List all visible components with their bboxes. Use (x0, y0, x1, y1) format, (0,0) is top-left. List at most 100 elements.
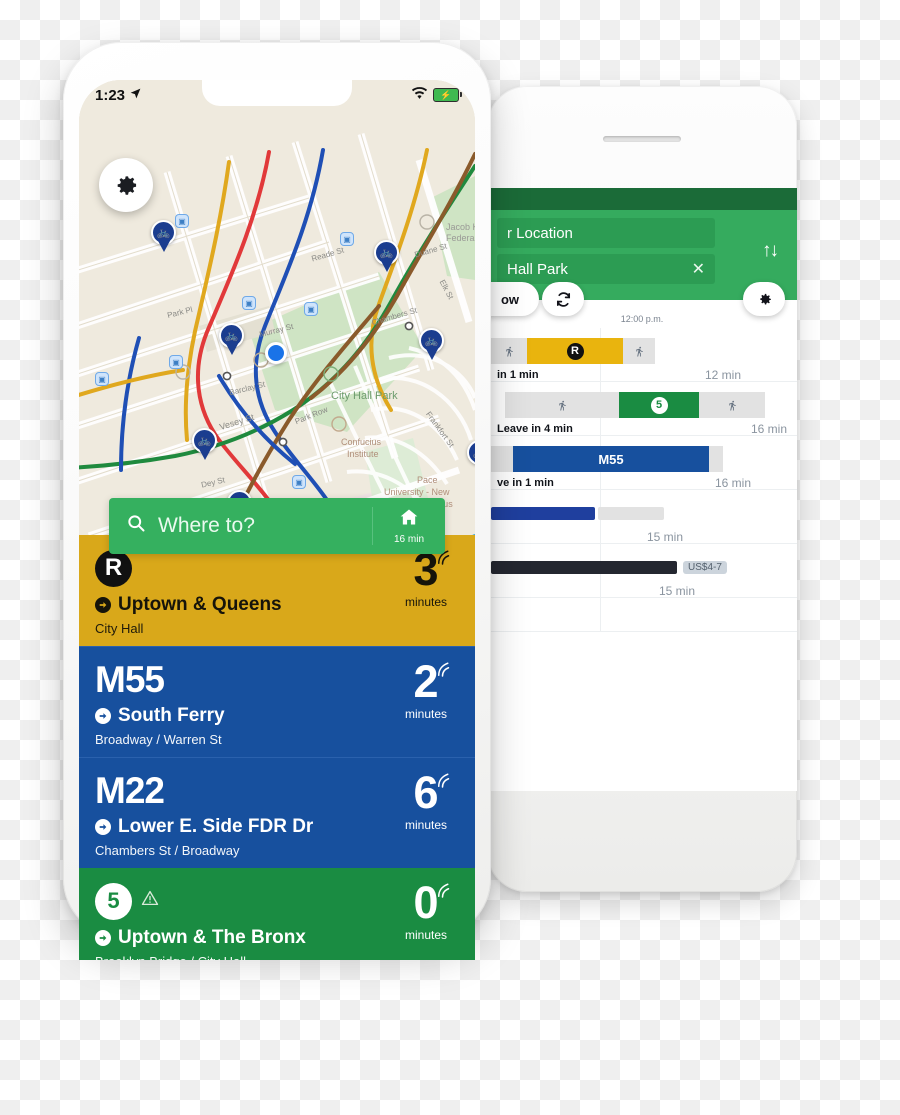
origin-field[interactable]: r Location (497, 218, 715, 248)
eta-unit: minutes (404, 818, 448, 833)
trip-result-meta: in 1 min 12 min (497, 368, 787, 382)
bike-share-pin-icon[interactable]: 🚲 (374, 240, 399, 273)
trip-result-row[interactable]: R in 1 min 12 min (487, 328, 797, 382)
itinerary-bar: R (491, 338, 787, 364)
bike-share-pin-icon[interactable]: 🚲 (192, 428, 217, 461)
destination-field[interactable]: Hall Park ✕ (497, 254, 715, 284)
route-segment-5: 5 (619, 392, 699, 418)
trip-result-row[interactable]: M55 ve in 1 min 16 min (487, 436, 797, 490)
earpiece-speaker (603, 136, 681, 142)
bike-share-pin-icon[interactable]: 🚲 (151, 220, 176, 253)
front-phone-device: Catherine Ln Jacob K. Javits Federal Bui… (63, 42, 491, 960)
home-eta-label: 16 min (393, 534, 424, 545)
stop-label: Chambers St / Broadway (95, 843, 240, 858)
bike-dock-icon[interactable]: ▣ (175, 214, 189, 228)
stop-label: Broadway / Warren St (95, 732, 222, 747)
trip-result-row-partial[interactable] (487, 598, 797, 632)
bike-dock-icon[interactable]: ▣ (242, 296, 256, 310)
trip-result-row[interactable]: US$4-7 15 min (487, 544, 797, 598)
eta-block: 6 minutes (393, 770, 459, 833)
status-left: 1:23 (95, 87, 142, 104)
live-wave-icon (438, 662, 450, 677)
bike-dock-icon[interactable]: ▣ (340, 232, 354, 246)
swap-vertical-icon[interactable]: ↑↓ (762, 240, 779, 262)
departure-card[interactable]: M22 Lower E. Side FDR Dr Chambers St / B… (79, 757, 475, 868)
status-time: 1:23 (95, 86, 126, 104)
bike-dock-icon[interactable]: ▣ (292, 475, 306, 489)
departure-card[interactable]: 5 Uptown & The Bronx Brooklyn B (79, 868, 475, 960)
bike-share-pin-icon[interactable]: 🚲 (419, 328, 444, 361)
route-label: M55 (598, 451, 624, 467)
bike-bar-rest (598, 506, 664, 520)
live-wave-icon (438, 773, 450, 788)
stop-label: Brooklyn Bridge / City Hall (95, 954, 459, 960)
leave-label: in 1 min (497, 369, 539, 381)
trip-results-list: R in 1 min 12 min 5 Leave in 4 min 16 mi… (487, 328, 797, 632)
departures-list: R Uptown & Queens City Hall 3 minutes M5… (79, 535, 475, 960)
map-label: Confucius (341, 437, 382, 447)
warning-triangle-icon[interactable] (140, 889, 160, 913)
direction-arrow-icon (95, 597, 111, 613)
duration-label: 12 min (704, 368, 741, 382)
map-label-city-hall-park: City Hall Park (331, 390, 398, 402)
eta-block: 0 minutes (393, 880, 459, 942)
itinerary-bar: M55 (491, 446, 787, 472)
bike-dock-icon[interactable]: ▣ (95, 372, 109, 386)
search-bar[interactable]: Where to? 16 min (109, 498, 445, 554)
route-segment-m55: M55 (513, 446, 709, 472)
map-label: University - New (384, 487, 450, 497)
leave-label: ve in 1 min (497, 477, 554, 489)
back-phone-screen: r Location Hall Park ✕ ↑↓ ow 12:00 p.m. … (487, 188, 797, 791)
trip-result-meta: Leave in 4 min 16 min (497, 422, 787, 436)
direction-arrow-icon (95, 930, 111, 946)
notch (202, 80, 352, 106)
trip-result-row[interactable]: 15 min (487, 490, 797, 544)
trip-result-meta: 15 min (497, 530, 787, 544)
eta-block: 2 minutes (393, 659, 459, 721)
search-icon (126, 513, 146, 539)
map-label: Jacob K. Javits (446, 222, 475, 232)
bike-dock-icon[interactable]: ▣ (304, 302, 318, 316)
screenshot-stage: r Location Hall Park ✕ ↑↓ ow 12:00 p.m. … (0, 0, 900, 1115)
front-phone-screen: Catherine Ln Jacob K. Javits Federal Bui… (79, 80, 475, 960)
refresh-icon[interactable] (542, 282, 584, 316)
direction-label: Lower E. Side FDR Dr (118, 816, 314, 837)
bike-share-pin-icon[interactable]: 🚲 (467, 440, 475, 473)
gear-icon[interactable] (99, 158, 153, 212)
walk-segment (623, 338, 655, 364)
departure-card[interactable]: M55 South Ferry Broadway / Warren St 2 m… (79, 646, 475, 757)
back-phone-device: r Location Hall Park ✕ ↑↓ ow 12:00 p.m. … (487, 86, 797, 892)
walk-segment (709, 446, 723, 472)
user-location-dot (265, 342, 287, 364)
bike-dock-icon[interactable]: ▣ (169, 355, 183, 369)
bike-share-pin-icon[interactable]: 🚲 (219, 323, 244, 356)
search-input-placeholder: Where to? (158, 514, 255, 537)
home-shortcut-button[interactable]: 16 min (373, 507, 445, 545)
home-icon (398, 507, 420, 531)
depart-now-button[interactable]: ow (487, 282, 539, 316)
trip-result-meta: 15 min (497, 584, 787, 598)
walk-segment (491, 338, 527, 364)
direction-label: Uptown & Queens (118, 594, 282, 615)
gear-icon[interactable] (743, 282, 785, 316)
price-badge: US$4-7 (683, 560, 727, 574)
itinerary-bar: 5 (497, 392, 787, 418)
walk-segment (505, 392, 619, 418)
leave-label: Leave in 4 min (497, 423, 573, 435)
route-badge: 5 (95, 882, 132, 920)
route-badge: R (95, 549, 132, 587)
map-label: Federal Building (446, 233, 475, 243)
walk-segment (699, 392, 765, 418)
wifi-icon (411, 86, 428, 104)
direction-arrow-icon (95, 708, 111, 724)
bike-bar-filled (491, 506, 595, 520)
route-badge: 5 (650, 396, 668, 414)
stop-label: City Hall (95, 621, 144, 636)
route-badge: R (566, 342, 584, 360)
duration-label: 16 min (750, 422, 787, 436)
itinerary-bar: US$4-7 (491, 554, 787, 580)
trip-result-row[interactable]: 5 Leave in 4 min 16 min (487, 382, 797, 436)
duration-label: 15 min (646, 530, 683, 544)
close-icon[interactable]: ✕ (692, 259, 705, 279)
trip-planner-status-bar (487, 188, 797, 210)
